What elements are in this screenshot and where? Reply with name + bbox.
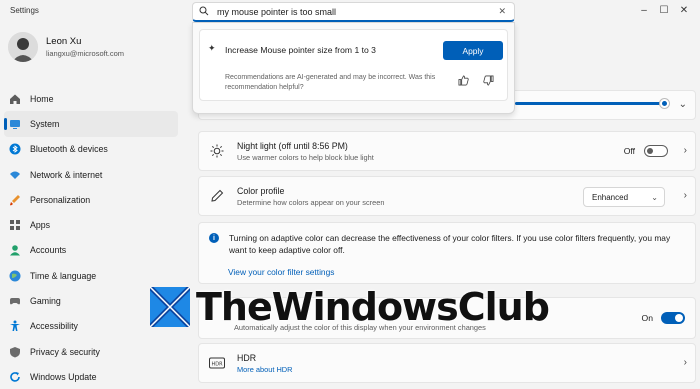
brightness-slider-thumb[interactable] (660, 99, 669, 108)
recommendation-card: ✦ Increase Mouse pointer size from 1 to … (199, 29, 508, 101)
info-text: Turning on adaptive color can decrease t… (229, 233, 671, 255)
night-light-toggle[interactable] (644, 145, 668, 157)
windows-logo-icon (150, 287, 190, 327)
sidebar-item-apps[interactable]: Apps (0, 212, 182, 237)
thumbs-down-icon[interactable] (483, 75, 494, 88)
sidebar-item-label: Bluetooth & devices (30, 144, 108, 155)
search-input[interactable]: my mouse pointer is too small (217, 7, 336, 17)
sidebar-item-bluetooth[interactable]: Bluetooth & devices (0, 137, 182, 162)
color-profile-title: Color profile (237, 185, 285, 196)
sidebar-item-label: Accessibility (30, 321, 78, 332)
shield-icon (8, 345, 22, 359)
sidebar-item-label: Accounts (30, 245, 67, 256)
profile[interactable]: Leon Xu liangxu@microsoft.com (8, 32, 124, 62)
maximize-button[interactable]: ☐ (654, 0, 674, 20)
thumbs-up-icon[interactable] (458, 75, 469, 88)
eyedropper-icon (209, 188, 225, 204)
sidebar-item-label: System (30, 118, 60, 129)
sidebar-nav: Home System Bluetooth & devices Network … (0, 86, 182, 389)
recommendation-text: Increase Mouse pointer size from 1 to 3 (225, 45, 376, 55)
color-profile-dropdown[interactable]: Enhanced ⌄ (583, 187, 665, 207)
sidebar-item-privacy-security[interactable]: Privacy & security (0, 339, 182, 364)
hdr-icon: HDR (209, 355, 225, 371)
update-icon (8, 370, 22, 384)
brush-icon (8, 193, 22, 207)
sidebar-item-network[interactable]: Network & internet (0, 162, 182, 187)
sidebar-item-windows-update[interactable]: Windows Update (0, 364, 182, 389)
sidebar-item-system[interactable]: System (4, 111, 178, 137)
sidebar-item-label: Windows Update (30, 371, 97, 382)
clear-search-icon[interactable]: ✕ (498, 6, 506, 17)
bluetooth-icon (8, 142, 22, 156)
avatar (8, 32, 38, 62)
wifi-icon (8, 168, 22, 182)
ai-disclaimer: Recommendations are AI-generated and may… (225, 74, 436, 91)
sidebar-item-label: Personalization (30, 194, 91, 205)
sidebar-item-personalization[interactable]: Personalization (0, 187, 182, 212)
person-icon (8, 243, 22, 257)
gamepad-icon (8, 294, 22, 308)
sidebar-item-accounts[interactable]: Accounts (0, 238, 182, 263)
night-light-title: Night light (off until 8:56 PM) (237, 140, 348, 151)
chevron-down-icon[interactable]: ⌄ (679, 99, 687, 110)
chevron-down-icon: ⌄ (651, 192, 658, 202)
brightness-slider-track[interactable] (515, 102, 665, 105)
color-profile-subtitle: Determine how colors appear on your scre… (237, 197, 385, 207)
sun-icon (209, 143, 225, 159)
search-icon (199, 6, 209, 18)
apply-button[interactable]: Apply (443, 41, 503, 60)
home-icon (8, 92, 22, 106)
hdr-title: HDR (237, 352, 257, 363)
watermark: TheWindowsClub (150, 280, 550, 334)
search-results-popup: ✦ Increase Mouse pointer size from 1 to … (192, 22, 515, 114)
profile-name: Leon Xu (46, 36, 82, 47)
night-light-state: Off (623, 146, 635, 156)
apps-icon (8, 218, 22, 232)
accessibility-icon (8, 319, 22, 333)
sidebar-item-label: Privacy & security (30, 346, 100, 357)
window-controls: – ☐ ✕ (634, 0, 694, 20)
hdr-card[interactable]: HDR HDR More about HDR › (198, 343, 696, 383)
sidebar-item-label: Gaming (30, 296, 61, 307)
app-title: Settings (10, 6, 39, 15)
color-profile-value: Enhanced (592, 192, 629, 202)
svg-text:HDR: HDR (211, 362, 223, 368)
profile-email: liangxu@microsoft.com (46, 49, 125, 58)
settings-search-box[interactable]: my mouse pointer is too small ✕ (192, 2, 515, 22)
adaptive-color-state: On (641, 313, 653, 323)
chevron-right-icon[interactable]: › (684, 190, 687, 201)
color-profile-card: Color profile Determine how colors appea… (198, 176, 696, 216)
minimize-button[interactable]: – (634, 0, 654, 20)
watermark-text: TheWindowsClub (196, 285, 550, 329)
sparkle-icon: ✦ (208, 43, 216, 53)
night-light-card[interactable]: Night light (off until 8:56 PM) Use warm… (198, 131, 696, 171)
close-button[interactable]: ✕ (674, 0, 694, 20)
adaptive-color-toggle[interactable] (661, 312, 685, 324)
hdr-link[interactable]: More about HDR (237, 365, 292, 374)
adaptive-color-info: i Turning on adaptive color can decrease… (198, 222, 696, 284)
sidebar-item-label: Home (30, 93, 54, 104)
info-icon: i (209, 233, 219, 243)
night-light-subtitle: Use warmer colors to help block blue lig… (237, 152, 374, 162)
color-filter-link[interactable]: View your color filter settings (228, 267, 334, 277)
sidebar-item-label: Time & language (30, 270, 97, 281)
system-icon (8, 117, 22, 131)
sidebar-item-label: Network & internet (30, 169, 103, 180)
chevron-right-icon[interactable]: › (684, 357, 687, 368)
chevron-right-icon[interactable]: › (684, 145, 687, 156)
globe-icon (8, 269, 22, 283)
sidebar-item-label: Apps (30, 220, 51, 231)
sidebar-item-home[interactable]: Home (0, 86, 182, 111)
